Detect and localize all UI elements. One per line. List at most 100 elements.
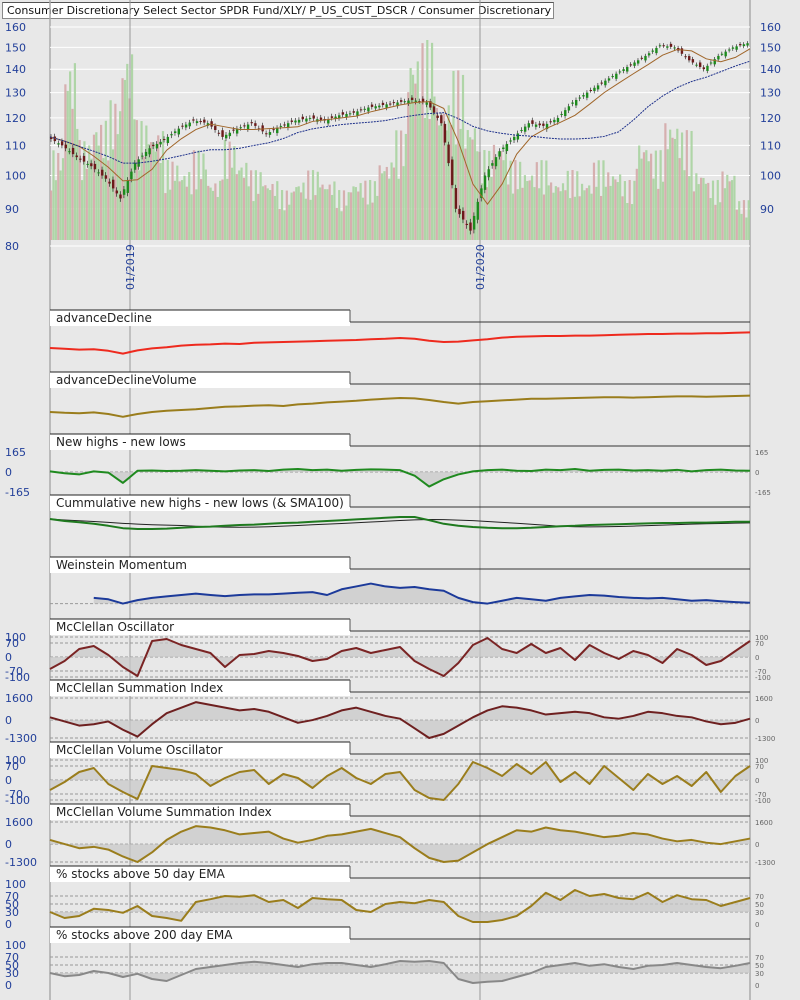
volume-bar: [714, 204, 717, 240]
volume-bar: [435, 108, 438, 240]
volume-bar: [733, 175, 736, 240]
volume-bar: [557, 187, 560, 240]
volume-bar: [630, 204, 634, 240]
candle: [122, 189, 126, 195]
volume-bar: [428, 118, 431, 240]
volume-bar: [273, 195, 277, 240]
candle: [432, 106, 436, 113]
volume-bar: [169, 189, 172, 240]
volume-bar: [621, 196, 624, 240]
candle: [60, 141, 64, 146]
candle: [348, 113, 352, 115]
volume-bar: [59, 170, 62, 240]
candle: [585, 92, 589, 98]
volume-bar: [697, 184, 700, 240]
volume-bar: [178, 181, 181, 240]
volume-bar: [316, 171, 319, 240]
volume-bar: [302, 182, 305, 240]
volume-bar: [123, 79, 127, 240]
volume-bar: [554, 186, 557, 240]
candle: [261, 125, 264, 132]
candle: [385, 104, 388, 108]
panel-axis-label-right: -1300: [755, 735, 775, 743]
volume-bar: [695, 173, 698, 240]
volume-bar: [457, 70, 460, 240]
candle: [308, 117, 312, 119]
volume-bar: [673, 138, 677, 240]
panel-axis-label-left: -1300: [5, 732, 37, 745]
volume-bar: [276, 181, 279, 240]
candle: [141, 155, 144, 157]
volume-bar: [152, 142, 155, 240]
volume-bar: [616, 182, 619, 240]
volume-bar: [288, 204, 291, 240]
candle: [735, 46, 738, 50]
volume-bar: [652, 178, 655, 240]
volume-bar: [495, 159, 498, 240]
volume-bar: [264, 185, 267, 240]
volume-bar: [314, 195, 317, 240]
volume-bar: [245, 162, 248, 240]
candle: [520, 129, 523, 131]
volume-bar: [361, 197, 365, 240]
volume-bar: [90, 158, 93, 240]
candle: [571, 102, 574, 104]
candle: [556, 117, 560, 123]
volume-bar: [364, 180, 367, 240]
volume-bar: [250, 170, 253, 240]
volume-bar: [550, 182, 553, 240]
volume-bar: [414, 83, 417, 240]
volume-bar: [188, 172, 191, 240]
volume-bar: [702, 177, 705, 240]
candle: [243, 125, 246, 127]
candle: [217, 132, 221, 134]
volume-bar: [159, 163, 162, 240]
volume-bar: [657, 188, 660, 240]
panel-axis-label-left: 0: [5, 714, 12, 727]
price-tick-label-left: 140: [5, 63, 26, 76]
volume-bar: [269, 190, 272, 240]
candle: [709, 62, 713, 64]
volume-bar: [285, 190, 288, 240]
volume-bar: [514, 160, 517, 240]
volume-bar: [328, 184, 331, 240]
volume-bar: [204, 169, 207, 240]
volume-bar: [573, 196, 577, 240]
candle: [268, 132, 272, 135]
volume-bar: [140, 121, 143, 240]
volume-bar: [366, 204, 369, 240]
candle: [64, 144, 67, 149]
candle: [400, 100, 403, 102]
volume-bar: [740, 213, 743, 240]
price-tick-label-left: 100: [5, 170, 26, 183]
volume-bar: [257, 193, 260, 240]
candle: [636, 60, 640, 64]
panel-fill-area: [50, 638, 750, 676]
price-tick-label-right: 110: [760, 139, 781, 152]
volume-bar: [430, 42, 434, 241]
volume-bar: [88, 145, 91, 240]
volume-bar: [147, 144, 150, 240]
panel-fill-area: [50, 826, 750, 862]
candle: [170, 134, 173, 136]
volume-bar: [283, 210, 286, 240]
candle: [615, 73, 618, 79]
volume-bar: [738, 201, 741, 240]
candle: [130, 171, 133, 180]
candle: [341, 112, 345, 115]
volume-bar: [354, 187, 357, 240]
volume-bar: [611, 176, 615, 240]
volume-bar: [533, 187, 536, 240]
candle: [454, 188, 458, 209]
volume-bar: [211, 190, 215, 240]
volume-bar: [476, 151, 479, 240]
volume-bar: [385, 166, 388, 240]
volume-bar: [180, 180, 184, 240]
candle: [629, 64, 633, 66]
candle: [469, 222, 472, 231]
volume-bar: [357, 191, 360, 240]
volume-bar: [642, 152, 646, 240]
volume-bar: [547, 185, 550, 240]
panel--stocks-above-200-day-ema: % stocks above 200 day EMA10070503007050…: [5, 926, 764, 992]
volume-bar: [342, 190, 346, 240]
